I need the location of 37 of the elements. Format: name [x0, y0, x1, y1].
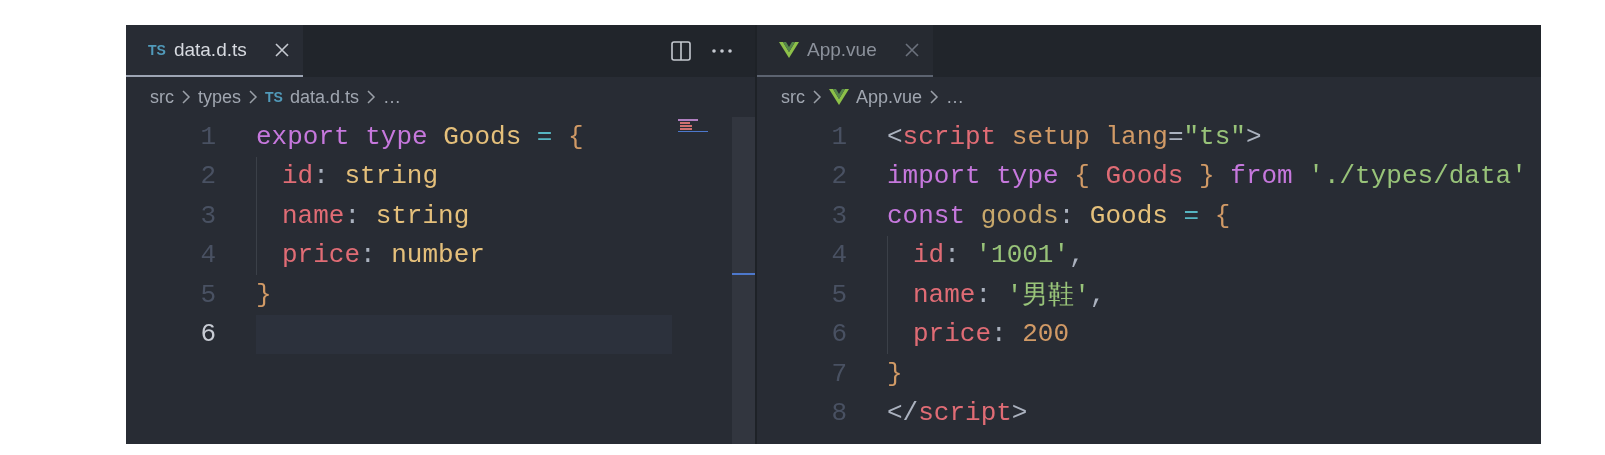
breadcrumb-item[interactable]: types — [198, 86, 242, 108]
ts-file-icon: TS — [148, 42, 166, 58]
code-line: export type Goods = { — [256, 120, 585, 154]
code-line: price: number — [256, 235, 672, 275]
chevron-icon — [248, 89, 259, 105]
code-line: id: string — [256, 156, 672, 196]
scrollbar[interactable] — [732, 117, 755, 444]
editor-tab[interactable]: TS data.d.ts — [126, 25, 303, 77]
chevron-icon — [365, 89, 376, 105]
v-shape-icon — [779, 41, 799, 59]
editor-tab[interactable]: App.vue — [757, 25, 933, 77]
breadcrumb-item[interactable]: App.vue — [829, 86, 923, 108]
breadcrumb-item[interactable]: src — [781, 86, 805, 108]
line-number: 6 — [199, 319, 217, 350]
code-line: <script setup lang="ts"> — [887, 120, 1263, 154]
code-line: import type { Goods } from './types/data' — [887, 160, 1528, 194]
code-line: } — [256, 278, 273, 312]
code-line: name: '男鞋', — [887, 275, 1541, 315]
more-icon[interactable] — [711, 48, 733, 54]
close-icon[interactable] — [274, 43, 289, 57]
v-shape-icon — [829, 88, 849, 106]
code-line: id: '1001', — [887, 235, 1541, 275]
breadcrumb-item[interactable]: … — [946, 86, 965, 108]
code-line: </script> — [887, 397, 1029, 431]
code-line: name: string — [256, 196, 672, 236]
chevron-icon — [812, 89, 822, 105]
chevron-icon — [929, 89, 940, 105]
code-line: price: 200 — [887, 314, 1541, 354]
split-editor-icon[interactable] — [671, 41, 691, 61]
code-line: } — [887, 357, 904, 391]
breadcrumb-item[interactable]: TS data.d.ts — [265, 86, 359, 108]
breadcrumb-item[interactable]: … — [382, 86, 401, 108]
ts-file-icon: TS — [265, 89, 283, 105]
minimap-drawing[interactable] — [678, 119, 708, 133]
breadcrumb-item[interactable]: src — [150, 86, 174, 108]
code-line: const goods: Goods = { — [887, 199, 1232, 233]
chevron-icon — [181, 89, 191, 105]
